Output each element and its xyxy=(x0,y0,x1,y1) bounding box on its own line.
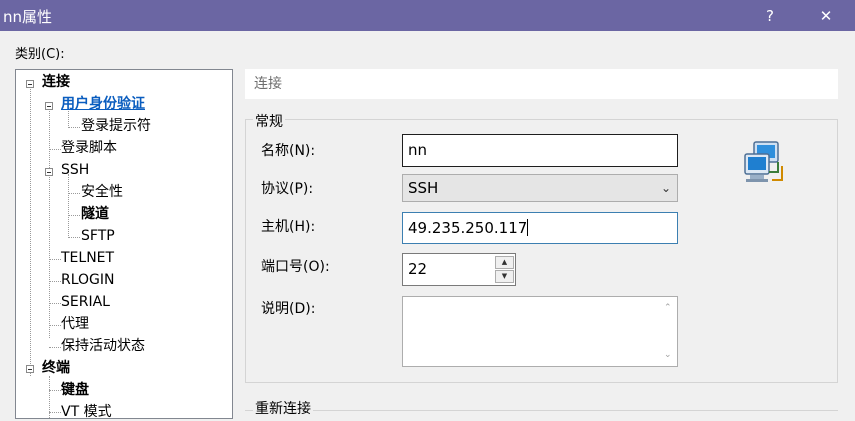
port-value: 22 xyxy=(408,260,428,278)
reconnect-group-title: 重新连接 xyxy=(253,398,313,418)
port-down-button[interactable]: ▼ xyxy=(495,270,514,283)
general-group-title: 常规 xyxy=(253,111,285,131)
tree-item-ssh[interactable]: SSH xyxy=(61,160,89,180)
port-label: 端口号(O): xyxy=(261,259,330,275)
host-field[interactable]: 49.235.250.117 xyxy=(402,212,678,244)
port-up-button[interactable]: ▲ xyxy=(495,256,514,269)
tree-item-user-auth[interactable]: 用户身份验证 xyxy=(61,94,145,114)
tree-item-connection[interactable]: 连接 xyxy=(42,72,70,92)
tree-item-tunnel[interactable]: 隧道 xyxy=(81,204,109,224)
protocol-label: 协议(P): xyxy=(261,181,314,197)
expand-ssh-icon[interactable] xyxy=(45,168,53,176)
window-title: nn属性 xyxy=(3,8,53,26)
help-button[interactable]: ? xyxy=(750,0,790,31)
scroll-up-icon[interactable]: ⌃ xyxy=(664,303,672,313)
tree-item-security[interactable]: 安全性 xyxy=(81,182,123,202)
tree-item-terminal[interactable]: 终端 xyxy=(42,358,70,378)
network-computers-icon xyxy=(744,141,783,182)
category-tree[interactable]: 连接 用户身份验证 登录提示符 登录脚本 SSH 安全性 隧道 SFTP TEL… xyxy=(15,69,233,419)
name-value: nn xyxy=(408,141,428,159)
tree-item-telnet[interactable]: TELNET xyxy=(61,248,114,268)
tree-item-keepalive[interactable]: 保持活动状态 xyxy=(61,336,145,356)
tree-item-serial[interactable]: SERIAL xyxy=(61,292,110,312)
tree-item-proxy[interactable]: 代理 xyxy=(61,314,89,334)
tree-item-rlogin[interactable]: RLOGIN xyxy=(61,270,115,290)
description-label: 说明(D): xyxy=(261,301,316,317)
tree-item-keyboard[interactable]: 键盘 xyxy=(61,380,89,400)
host-label: 主机(H): xyxy=(261,219,316,235)
title-bar: nn属性 ? ✕ xyxy=(0,0,855,31)
expand-terminal-icon[interactable] xyxy=(26,365,34,373)
protocol-value: SSH xyxy=(408,179,439,197)
name-field[interactable]: nn xyxy=(402,134,678,167)
tree-item-sftp[interactable]: SFTP xyxy=(81,226,115,246)
chevron-down-icon: ⌄ xyxy=(660,181,671,195)
host-value: 49.235.250.117 xyxy=(408,219,528,237)
close-button[interactable]: ✕ xyxy=(806,0,846,31)
description-scrollbar[interactable]: ⌃ ⌄ xyxy=(660,297,677,366)
name-label: 名称(N): xyxy=(261,143,316,159)
section-header: 连接 xyxy=(245,69,838,99)
expand-connection-icon[interactable] xyxy=(26,80,34,88)
scroll-down-icon[interactable]: ⌄ xyxy=(664,350,672,360)
expand-auth-icon[interactable] xyxy=(45,102,53,110)
protocol-select[interactable]: SSH ⌄ xyxy=(402,174,678,202)
tree-item-vt-mode[interactable]: VT 模式 xyxy=(61,402,112,418)
text-caret xyxy=(527,219,529,236)
tree-item-login-script[interactable]: 登录脚本 xyxy=(61,138,117,158)
category-label: 类别(C): xyxy=(15,47,65,62)
description-field[interactable]: ⌃ ⌄ xyxy=(402,296,678,367)
tree-item-login-prompt[interactable]: 登录提示符 xyxy=(81,116,151,136)
